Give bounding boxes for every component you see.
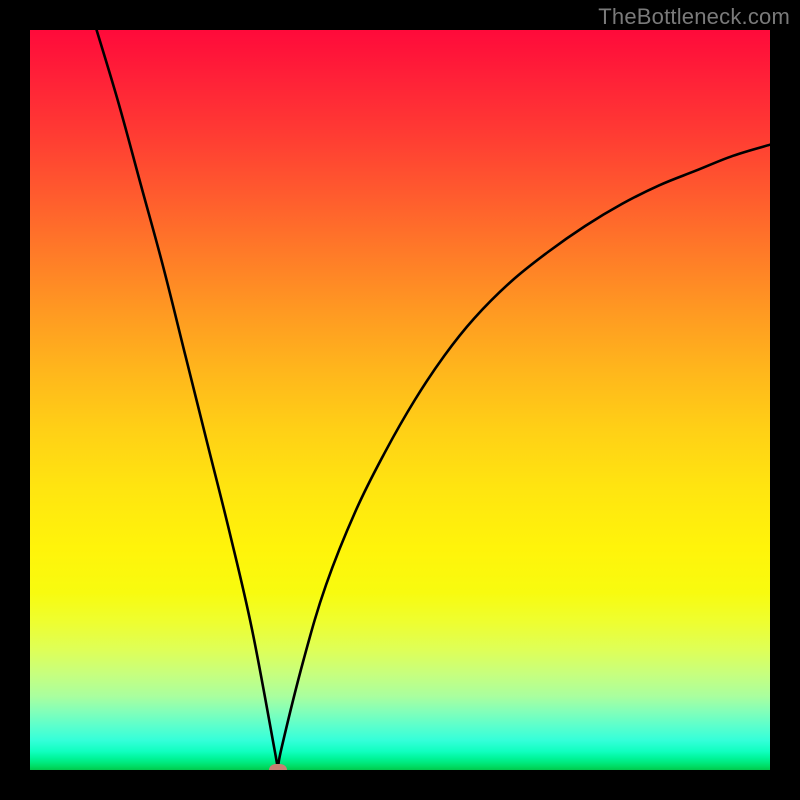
- plot-area: [30, 30, 770, 770]
- optimum-marker: [269, 764, 287, 770]
- bottleneck-curve: [30, 30, 770, 770]
- watermark-text: TheBottleneck.com: [598, 4, 790, 30]
- chart-frame: TheBottleneck.com: [0, 0, 800, 800]
